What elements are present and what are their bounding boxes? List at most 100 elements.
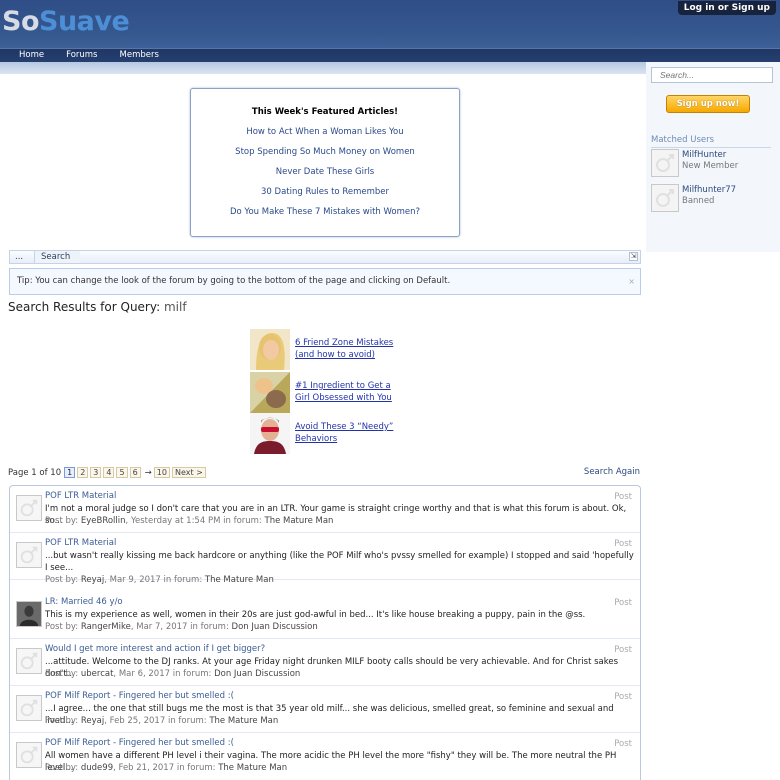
avatar[interactable]: [16, 742, 42, 768]
nav-forums[interactable]: Forums: [55, 49, 108, 62]
expand-icon[interactable]: ⇲: [629, 252, 638, 261]
search-input[interactable]: [651, 67, 773, 83]
avatar[interactable]: [16, 495, 42, 521]
login-signup-link[interactable]: Log in or Sign up: [677, 1, 776, 15]
matched-user-name[interactable]: MilfHunter: [682, 150, 726, 160]
post-by-label: Post by:: [45, 575, 79, 585]
nav-home[interactable]: Home: [8, 49, 55, 62]
next-page-button[interactable]: Next >: [171, 467, 206, 478]
page-link[interactable]: 4: [103, 467, 115, 478]
breadcrumb-search[interactable]: Search: [34, 251, 81, 263]
result-title[interactable]: POF LTR Material: [45, 538, 116, 548]
post-by-label: Post by:: [45, 516, 79, 526]
ad-item[interactable]: #1 Ingredient to Get a Girl Obsessed wit…: [250, 372, 400, 414]
result-meta: Post by: Reyaj, Feb 25, 2017 in forum: T…: [45, 716, 279, 726]
post-by-label: Post by:: [45, 669, 79, 679]
result-type: Post: [614, 492, 632, 502]
matched-user[interactable]: MilfHunter New Member: [651, 149, 771, 179]
avatar[interactable]: [16, 601, 42, 627]
result-user[interactable]: Reyaj: [81, 716, 104, 726]
result-meta: Post by: RangerMike, Mar 7, 2017 in foru…: [45, 622, 318, 632]
page-link[interactable]: 5: [116, 467, 128, 478]
result-forum[interactable]: The Mature Man: [205, 575, 274, 585]
page-link-current[interactable]: 1: [64, 467, 76, 478]
avatar[interactable]: [651, 149, 679, 177]
result-row: LR: Married 46 y/o Post This is my exper…: [10, 592, 640, 639]
page-link[interactable]: 3: [90, 467, 102, 478]
result-forum[interactable]: Don Juan Discussion: [214, 669, 300, 679]
result-type: Post: [614, 739, 632, 749]
result-snippet[interactable]: This is my experience as well, women in …: [45, 609, 635, 621]
result-title[interactable]: POF Milf Report - Fingered her but smell…: [45, 691, 234, 701]
result-type: Post: [614, 598, 632, 608]
page-link-last[interactable]: 10: [153, 467, 170, 478]
result-type: Post: [614, 539, 632, 549]
result-date: Feb 21, 2017: [118, 763, 175, 773]
results-title-prefix: Search Results for Query:: [8, 300, 161, 314]
avatar[interactable]: [651, 184, 679, 212]
result-forum[interactable]: The Mature Man: [209, 716, 278, 726]
matched-user[interactable]: Milfhunter77 Banned: [651, 184, 771, 214]
featured-link[interactable]: Never Date These Girls: [191, 167, 459, 177]
ad-link[interactable]: #1 Ingredient to Get a Girl Obsessed wit…: [295, 380, 400, 404]
nav-members[interactable]: Members: [109, 49, 170, 62]
ad-thumbnail[interactable]: [250, 372, 290, 413]
page-link[interactable]: 2: [77, 467, 89, 478]
ad-item[interactable]: 6 Friend Zone Mistakes (and how to avoid…: [250, 329, 400, 371]
result-title[interactable]: LR: Married 46 y/o: [45, 597, 123, 607]
signup-button[interactable]: Sign up now!: [666, 95, 750, 113]
result-meta: Post by: EyeBRollin, Yesterday at 1:54 P…: [45, 516, 334, 526]
ad-thumbnail[interactable]: [250, 413, 290, 454]
ad-link[interactable]: Avoid These 3 “Needy” Behaviors: [295, 421, 400, 445]
featured-link[interactable]: Do You Make These 7 Mistakes with Women?: [191, 207, 459, 217]
result-user[interactable]: dude99: [81, 763, 113, 773]
breadcrumb: ... Search ⇲: [9, 250, 641, 264]
matched-user-name[interactable]: Milfhunter77: [682, 185, 736, 195]
result-title[interactable]: POF Milf Report - Fingered her but smell…: [45, 738, 234, 748]
matched-user-role: Banned: [682, 196, 715, 206]
result-meta: Post by: dude99, Feb 21, 2017 in forum: …: [45, 763, 288, 773]
logo-part-so: So: [2, 6, 40, 37]
avatar[interactable]: [16, 648, 42, 674]
sidebar: Sign up now! Matched Users MilfHunter Ne…: [646, 62, 780, 252]
result-user[interactable]: ubercat: [81, 669, 114, 679]
avatar[interactable]: [16, 695, 42, 721]
result-user[interactable]: RangerMike: [81, 622, 131, 632]
result-title[interactable]: POF LTR Material: [45, 491, 116, 501]
ad-thumbnail[interactable]: [250, 329, 290, 370]
result-date: Mar 6, 2017: [118, 669, 171, 679]
result-user[interactable]: Reyaj: [81, 575, 104, 585]
post-by-label: Post by:: [45, 763, 79, 773]
ad-link[interactable]: 6 Friend Zone Mistakes (and how to avoid…: [295, 337, 400, 361]
result-type: Post: [614, 692, 632, 702]
breadcrumb-home[interactable]: ...: [15, 252, 23, 262]
matched-user-role: New Member: [682, 161, 739, 171]
featured-link[interactable]: 30 Dating Rules to Remember: [191, 187, 459, 197]
result-forum[interactable]: The Mature Man: [218, 763, 287, 773]
result-meta: Post by: ubercat, Mar 6, 2017 in forum: …: [45, 669, 301, 679]
featured-articles-box: This Week's Featured Articles! How to Ac…: [190, 88, 460, 237]
result-user[interactable]: EyeBRollin: [81, 516, 126, 526]
featured-link[interactable]: How to Act When a Woman Likes You: [191, 127, 459, 137]
search-again-link[interactable]: Search Again: [584, 467, 640, 477]
result-date: Yesterday at 1:54 PM: [130, 516, 221, 526]
results-query: milf: [163, 300, 187, 314]
in-forum-label: in forum:: [172, 669, 212, 679]
featured-link[interactable]: Stop Spending So Much Money on Women: [191, 147, 459, 157]
ad-item[interactable]: Avoid These 3 “Needy” Behaviors: [250, 413, 400, 455]
result-forum[interactable]: The Mature Man: [265, 516, 334, 526]
tip-notice: Tip: You can change the look of the foru…: [9, 268, 641, 295]
site-logo[interactable]: SoSuave: [2, 6, 130, 37]
result-row: POF Milf Report - Fingered her but smell…: [10, 686, 640, 733]
avatar[interactable]: [16, 542, 42, 568]
result-snippet[interactable]: ...but wasn't really kissing me back har…: [45, 550, 635, 574]
close-icon[interactable]: ×: [628, 269, 635, 294]
page-count-label: Page 1 of 10: [8, 467, 62, 478]
nav-bar: Home Forums Members: [0, 48, 780, 62]
result-date: Feb 25, 2017: [109, 716, 166, 726]
result-title[interactable]: Would I get more interest and action if …: [45, 644, 265, 654]
page-link[interactable]: 6: [129, 467, 141, 478]
result-row: POF Milf Report - Fingered her but smell…: [10, 733, 640, 780]
post-by-label: Post by:: [45, 716, 79, 726]
result-forum[interactable]: Don Juan Discussion: [232, 622, 318, 632]
